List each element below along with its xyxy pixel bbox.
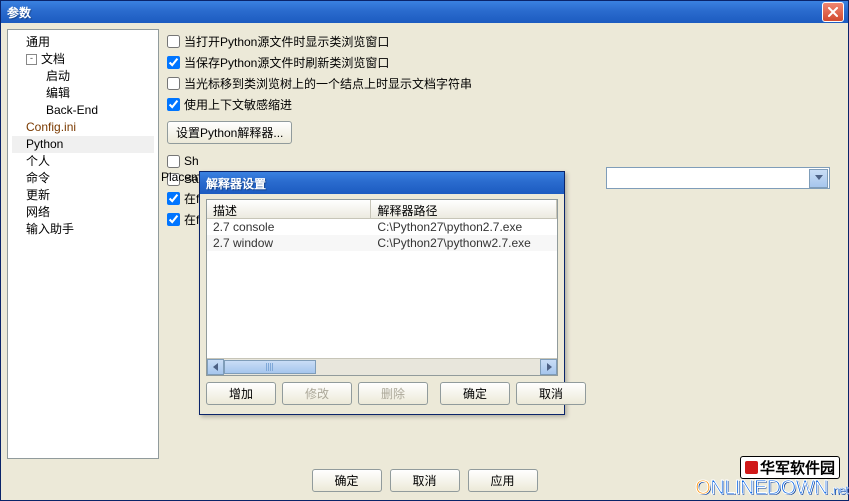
tree-node[interactable]: 更新 [12, 187, 154, 204]
column-header[interactable]: 描述 [207, 200, 371, 218]
list-row[interactable]: 2.7 windowC:\Python27\pythonw2.7.exe [207, 235, 557, 251]
cancel-button[interactable]: 取消 [390, 469, 460, 492]
apply-button[interactable]: 应用 [468, 469, 538, 492]
horizontal-scrollbar[interactable] [207, 358, 557, 375]
option-label: 当光标移到类浏览树上的一个结点上时显示文档字符串 [184, 75, 472, 92]
tree-node-label: Back-End [46, 103, 98, 117]
option-label: 使用上下文敏感缩进 [184, 96, 292, 113]
tree-node-label: 输入助手 [26, 222, 74, 236]
tree-node-label: 网络 [26, 205, 50, 219]
scroll-left-button[interactable] [207, 359, 224, 375]
option-checkbox[interactable] [167, 98, 180, 111]
tree-node-label: 通用 [26, 35, 50, 49]
option-checkbox[interactable] [167, 56, 180, 69]
inner-buttons: 增加 修改 删除 确定 取消 [206, 382, 558, 405]
cell-path: C:\Python27\pythonw2.7.exe [371, 236, 557, 250]
tree-node[interactable]: 输入助手 [12, 221, 154, 238]
category-tree[interactable]: 通用-文档启动编辑Back-EndConfig.iniPython个人命令更新网… [7, 29, 159, 459]
scroll-thumb[interactable] [224, 360, 316, 374]
inner-titlebar: 解释器设置 [200, 172, 564, 194]
option-checkbox[interactable] [167, 35, 180, 48]
tree-toggle-icon[interactable]: - [26, 54, 37, 65]
modify-button[interactable]: 修改 [282, 382, 352, 405]
preferences-window: 参数 通用-文档启动编辑Back-EndConfig.iniPython个人命令… [0, 0, 849, 501]
tree-node-label: 文档 [41, 52, 65, 66]
tree-node-label: 个人 [26, 154, 50, 168]
inner-client: 描述解释器路径 2.7 consoleC:\Python27\python2.7… [200, 194, 564, 411]
option-checkbox[interactable] [167, 192, 180, 205]
tree-node-label: Python [26, 137, 63, 151]
options-group: 当打开Python源文件时显示类浏览窗口当保存Python源文件时刷新类浏览窗口… [167, 33, 838, 113]
option-row: Sh [167, 154, 838, 168]
tree-node[interactable]: 编辑 [12, 85, 154, 102]
tree-node[interactable]: 命令 [12, 170, 154, 187]
combo-dropdown-button[interactable] [809, 169, 828, 188]
list-row[interactable]: 2.7 consoleC:\Python27\python2.7.exe [207, 219, 557, 235]
option-label: 当保存Python源文件时刷新类浏览窗口 [184, 54, 389, 71]
delete-button[interactable]: 删除 [358, 382, 428, 405]
titlebar: 参数 [1, 1, 848, 23]
placement-combo[interactable] [606, 167, 830, 189]
dialog-buttons: 确定 取消 应用 [1, 469, 848, 492]
chevron-left-icon [213, 363, 219, 371]
window-title: 参数 [7, 4, 822, 21]
interpreter-listview[interactable]: 描述解释器路径 2.7 consoleC:\Python27\python2.7… [206, 199, 558, 376]
cell-desc: 2.7 console [207, 220, 371, 234]
option-checkbox[interactable] [167, 155, 180, 168]
tree-node-label: 更新 [26, 188, 50, 202]
tree-node[interactable]: Config.ini [12, 119, 154, 136]
option-label: Sh [184, 154, 199, 168]
close-button[interactable] [822, 2, 844, 22]
add-button[interactable]: 增加 [206, 382, 276, 405]
close-icon [828, 7, 838, 17]
placement-label: Placem [161, 170, 201, 184]
chevron-right-icon [546, 363, 552, 371]
inner-title: 解释器设置 [206, 175, 561, 192]
inner-ok-button[interactable]: 确定 [440, 382, 510, 405]
tree-node[interactable]: 网络 [12, 204, 154, 221]
option-label: 在f [184, 211, 199, 228]
inner-cancel-button[interactable]: 取消 [516, 382, 586, 405]
tree-node-label: 编辑 [46, 86, 70, 100]
cell-desc: 2.7 window [207, 236, 371, 250]
tree-node[interactable]: 通用 [12, 34, 154, 51]
option-label: 当打开Python源文件时显示类浏览窗口 [184, 33, 389, 50]
chevron-down-icon [815, 175, 823, 181]
tree-node-label: 启动 [46, 69, 70, 83]
listview-body: 2.7 consoleC:\Python27\python2.7.exe2.7 … [207, 219, 557, 358]
tree-node[interactable]: -文档 [12, 51, 154, 68]
option-checkbox[interactable] [167, 213, 180, 226]
cell-path: C:\Python27\python2.7.exe [371, 220, 557, 234]
scroll-right-button[interactable] [540, 359, 557, 375]
scroll-track[interactable] [224, 360, 540, 374]
tree-node[interactable]: 个人 [12, 153, 154, 170]
interpreter-settings-dialog: 解释器设置 描述解释器路径 2.7 consoleC:\Python27\pyt… [199, 171, 565, 415]
option-checkbox[interactable] [167, 77, 180, 90]
tree-node-label: 命令 [26, 171, 50, 185]
column-header[interactable]: 解释器路径 [371, 200, 557, 218]
tree-node[interactable]: 启动 [12, 68, 154, 85]
ok-button[interactable]: 确定 [312, 469, 382, 492]
tree-node[interactable]: Back-End [12, 102, 154, 119]
option-row: 当保存Python源文件时刷新类浏览窗口 [167, 54, 838, 71]
option-row: 当打开Python源文件时显示类浏览窗口 [167, 33, 838, 50]
option-label: 在f [184, 190, 199, 207]
set-interpreter-button[interactable]: 设置Python解释器... [167, 121, 292, 144]
option-row: 当光标移到类浏览树上的一个结点上时显示文档字符串 [167, 75, 838, 92]
listview-header: 描述解释器路径 [207, 200, 557, 219]
option-row: 使用上下文敏感缩进 [167, 96, 838, 113]
tree-node[interactable]: Python [12, 136, 154, 153]
tree-node-label: Config.ini [26, 120, 76, 134]
